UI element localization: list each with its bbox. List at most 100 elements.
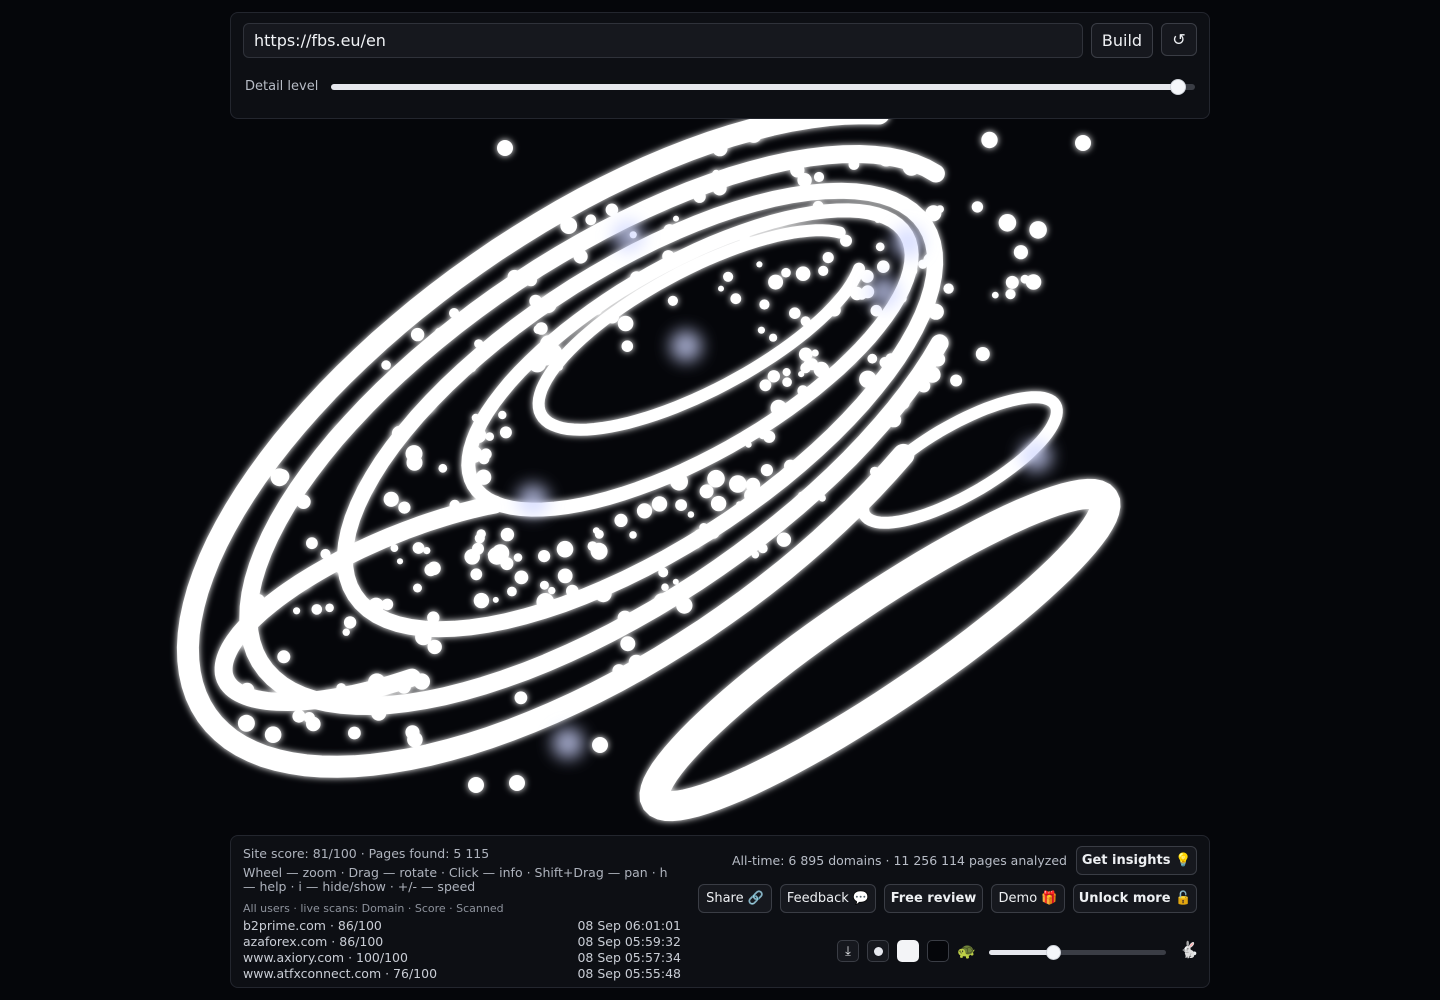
graph-node[interactable] bbox=[514, 691, 528, 705]
graph-node[interactable] bbox=[860, 269, 874, 283]
graph-node[interactable] bbox=[464, 462, 471, 469]
graph-node[interactable] bbox=[736, 501, 743, 508]
graph-node[interactable] bbox=[828, 185, 839, 197]
graph-node[interactable] bbox=[927, 303, 944, 320]
graph-node[interactable] bbox=[621, 340, 634, 353]
graph-node[interactable] bbox=[707, 526, 720, 539]
graph-node[interactable] bbox=[798, 347, 813, 362]
graph-node[interactable] bbox=[306, 537, 318, 550]
graph-node[interactable] bbox=[367, 681, 383, 698]
get-insights-button[interactable]: Get insights 💡 bbox=[1076, 846, 1197, 875]
graph-node[interactable] bbox=[828, 303, 841, 317]
graph-node[interactable] bbox=[885, 353, 897, 365]
graph-node[interactable] bbox=[747, 541, 756, 550]
graph-node[interactable] bbox=[275, 469, 290, 484]
graph-node[interactable] bbox=[800, 316, 811, 327]
graph-node[interactable] bbox=[848, 276, 859, 286]
graph-node[interactable] bbox=[845, 355, 855, 365]
graph-node[interactable] bbox=[673, 215, 679, 222]
graph-node[interactable] bbox=[468, 777, 484, 793]
graph-node[interactable] bbox=[670, 251, 685, 266]
graph-node[interactable] bbox=[770, 399, 787, 416]
graph-node[interactable] bbox=[471, 413, 480, 422]
graph-node[interactable] bbox=[759, 379, 772, 392]
graph-node[interactable] bbox=[509, 775, 525, 791]
graph-node[interactable] bbox=[403, 623, 413, 633]
graph-node[interactable] bbox=[465, 445, 483, 463]
graph-node[interactable] bbox=[672, 578, 679, 585]
graph-node[interactable] bbox=[789, 307, 801, 320]
graph-node[interactable] bbox=[782, 368, 791, 377]
graph-node[interactable] bbox=[898, 294, 907, 303]
graph-node[interactable] bbox=[475, 469, 492, 485]
graph-node[interactable] bbox=[760, 464, 774, 477]
graph-node[interactable] bbox=[390, 544, 399, 552]
graph-node[interactable] bbox=[383, 491, 399, 507]
graph-node[interactable] bbox=[886, 412, 902, 428]
graph-node[interactable] bbox=[536, 593, 555, 611]
graph-node[interactable] bbox=[818, 265, 829, 276]
graph-node[interactable] bbox=[296, 494, 311, 509]
graph-node[interactable] bbox=[292, 709, 306, 723]
graph-node[interactable] bbox=[334, 559, 350, 575]
graph-node[interactable] bbox=[811, 349, 819, 357]
speed-handle[interactable] bbox=[1045, 945, 1061, 960]
graph-node[interactable] bbox=[859, 370, 877, 388]
graph-node[interactable] bbox=[902, 158, 920, 176]
graph-node[interactable] bbox=[298, 578, 310, 590]
graph-node[interactable] bbox=[500, 557, 514, 571]
graph-node[interactable] bbox=[745, 477, 761, 493]
graph-node[interactable] bbox=[398, 501, 411, 514]
url-input[interactable] bbox=[243, 23, 1083, 58]
graph-node[interactable] bbox=[663, 224, 676, 237]
speed-slider[interactable] bbox=[989, 945, 1166, 960]
graph-node[interactable] bbox=[767, 370, 780, 383]
graph-node[interactable] bbox=[763, 430, 776, 443]
graph-node[interactable] bbox=[768, 274, 784, 290]
node-style-button[interactable] bbox=[867, 940, 889, 962]
graph-node[interactable] bbox=[343, 616, 357, 629]
graph-node[interactable] bbox=[798, 371, 805, 378]
graph-node[interactable] bbox=[614, 513, 628, 528]
graph-node[interactable] bbox=[335, 425, 345, 435]
graph-node[interactable] bbox=[548, 586, 556, 595]
graph-node[interactable] bbox=[612, 664, 626, 678]
graph-node[interactable] bbox=[707, 469, 725, 488]
graph-node[interactable] bbox=[381, 360, 391, 370]
graph-node[interactable] bbox=[943, 283, 954, 294]
graph-node[interactable] bbox=[723, 271, 734, 282]
graph-node[interactable] bbox=[628, 654, 644, 670]
graph-node[interactable] bbox=[692, 540, 701, 549]
graph-node[interactable] bbox=[617, 315, 634, 332]
graph-node[interactable] bbox=[573, 249, 588, 264]
graph-node[interactable] bbox=[620, 636, 636, 652]
graph-node[interactable] bbox=[336, 683, 347, 693]
graph-node[interactable] bbox=[368, 597, 384, 614]
graph-node[interactable] bbox=[797, 385, 809, 397]
graph-node[interactable] bbox=[303, 712, 315, 724]
graph-node[interactable] bbox=[1005, 275, 1019, 289]
graph-node[interactable] bbox=[468, 364, 476, 372]
graph-node[interactable] bbox=[1075, 135, 1091, 151]
graph-node[interactable] bbox=[594, 529, 604, 539]
graph-node[interactable] bbox=[769, 333, 778, 342]
dark-theme-button[interactable] bbox=[927, 940, 949, 962]
feedback-button[interactable]: Feedback 💬 bbox=[780, 884, 876, 913]
graph-node[interactable] bbox=[687, 511, 695, 518]
graph-node[interactable] bbox=[412, 542, 425, 554]
graph-node[interactable] bbox=[391, 425, 407, 441]
graph-node[interactable] bbox=[371, 705, 387, 721]
graph-node[interactable] bbox=[556, 540, 574, 558]
graph-node[interactable] bbox=[513, 553, 523, 562]
graph-node[interactable] bbox=[813, 171, 825, 183]
graph-node[interactable] bbox=[434, 327, 445, 338]
graph-node[interactable] bbox=[712, 169, 720, 178]
graph-node[interactable] bbox=[699, 523, 709, 532]
graph-node[interactable] bbox=[423, 547, 431, 555]
graph-node[interactable] bbox=[533, 324, 543, 334]
graph-node[interactable] bbox=[470, 568, 483, 581]
graph-node[interactable] bbox=[425, 402, 435, 412]
graph-node[interactable] bbox=[592, 304, 603, 315]
graph-node[interactable] bbox=[636, 503, 653, 519]
graph-node[interactable] bbox=[759, 299, 770, 310]
